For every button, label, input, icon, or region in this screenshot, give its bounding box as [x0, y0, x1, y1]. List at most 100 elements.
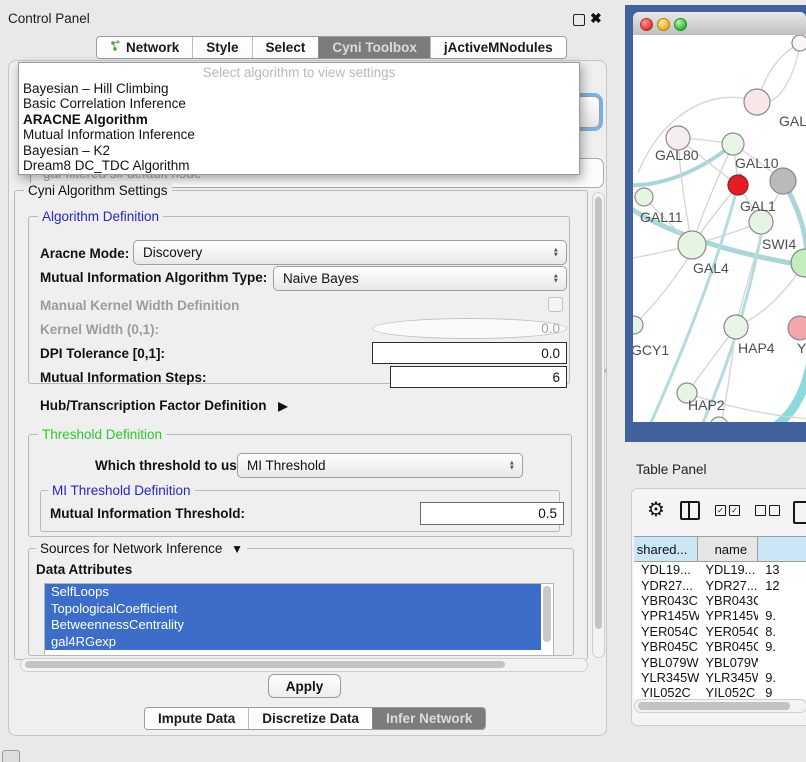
- table-row[interactable]: YLR345WYLR345W9.: [634, 670, 806, 685]
- tab-impute-data[interactable]: Impute Data: [145, 708, 248, 729]
- table-toolbar: ⚙ ✓✓: [632, 489, 806, 531]
- table-cell: YER054C: [699, 624, 759, 639]
- network-node[interactable]: [724, 315, 748, 339]
- network-node[interactable]: [788, 316, 806, 340]
- sources-legend[interactable]: Sources for Network Inference ▼: [36, 541, 247, 556]
- node-label: GAL11: [640, 209, 683, 225]
- aracne-mode-label: Aracne Mode:: [40, 246, 129, 261]
- algorithm-definition-legend: Algorithm Definition: [38, 209, 163, 224]
- table-horizontal-scrollbar[interactable]: [634, 699, 806, 713]
- table-cell: YBR043C: [634, 593, 699, 608]
- combo-arrows-icon: ▲▼: [553, 247, 559, 258]
- expand-right-icon: ▶: [278, 399, 287, 413]
- table-row[interactable]: YBL079WYBL079W: [634, 654, 806, 669]
- close-icon[interactable]: ✖: [590, 10, 602, 27]
- apply-button[interactable]: Apply: [268, 674, 341, 698]
- network-node[interactable]: [770, 168, 796, 194]
- table-row[interactable]: YIL052CYIL052C9: [634, 685, 806, 699]
- screen: Control Panel ✖ Network Style Select Cyn…: [0, 0, 806, 762]
- checked-boxes-icon[interactable]: ✓✓: [715, 505, 740, 516]
- float-icon[interactable]: [573, 14, 585, 26]
- attribute-item[interactable]: TopologicalCoefficient: [45, 601, 541, 618]
- attribute-item[interactable]: gal4RGexp: [45, 634, 541, 651]
- settings-horizontal-scrollbar[interactable]: [20, 658, 588, 672]
- network-node[interactable]: [791, 249, 806, 277]
- zoom-traffic-light-icon[interactable]: [674, 18, 687, 31]
- dpi-tolerance-label: DPI Tolerance [0,1]:: [40, 346, 165, 361]
- algorithm-option[interactable]: Dream8 DC_TDC Algorithm: [19, 158, 579, 173]
- collapse-down-icon: ▼: [231, 542, 243, 556]
- aracne-mode-combobox[interactable]: Discovery ▲▼: [133, 240, 567, 265]
- columns-icon[interactable]: [680, 501, 700, 520]
- algorithm-list: Bayesian – Hill ClimbingBasic Correlatio…: [19, 81, 579, 173]
- network-node[interactable]: [678, 231, 706, 259]
- table-row[interactable]: YBR043CYBR043C: [634, 593, 806, 608]
- table-row[interactable]: YDL19...YDL19...13: [634, 562, 806, 577]
- network-edge[interactable]: [736, 235, 761, 327]
- table-cell: YBL079W: [634, 655, 699, 670]
- control-panel-title: Control Panel: [8, 11, 90, 26]
- algorithm-option[interactable]: Basic Correlation Inference: [19, 96, 579, 111]
- mi-threshold-field[interactable]: 0.5: [420, 502, 564, 525]
- table-cell: 9.: [758, 670, 806, 685]
- tab-cyni-toolbox[interactable]: Cyni Toolbox: [318, 37, 430, 58]
- network-edge[interactable]: [634, 257, 689, 325]
- algorithm-option[interactable]: ARACNE Algorithm: [19, 112, 579, 127]
- mi-type-combobox[interactable]: Naive Bayes ▲▼: [273, 266, 567, 291]
- network-node[interactable]: [728, 175, 748, 195]
- column-header-shared-name[interactable]: shared...: [634, 537, 698, 561]
- table-cell: YDR27...: [699, 578, 759, 593]
- network-canvas[interactable]: GALGAL80GAL10GAL1GAL11SWI4GAL4GCY1HAP4YH…: [633, 35, 806, 422]
- table-row[interactable]: YPR145WYPR145W9.: [634, 608, 806, 623]
- algorithm-option[interactable]: Bayesian – Hill Climbing: [19, 81, 579, 96]
- gear-icon[interactable]: ⚙: [647, 500, 665, 520]
- column-header-name[interactable]: name: [698, 537, 758, 561]
- network-node[interactable]: [792, 35, 806, 51]
- network-node[interactable]: [635, 188, 653, 206]
- attributes-scrollbar[interactable]: [543, 586, 551, 642]
- table-row[interactable]: YBR045CYBR045C9.: [634, 639, 806, 654]
- node-label: GAL4: [693, 260, 729, 276]
- mi-steps-field[interactable]: 6: [390, 366, 567, 388]
- table-row[interactable]: YDR27...YDR27...12: [634, 577, 806, 592]
- hub-definition-toggle[interactable]: Hub/Transcription Factor Definition ▶: [40, 398, 288, 413]
- manual-kernel-checkbox[interactable]: [548, 297, 563, 312]
- network-node[interactable]: [710, 417, 728, 422]
- dpi-tolerance-field[interactable]: 0.0: [372, 342, 567, 364]
- column-header-partial[interactable]: [758, 537, 806, 561]
- unchecked-boxes-icon[interactable]: [755, 505, 780, 516]
- tab-select[interactable]: Select: [252, 37, 319, 58]
- splitter-collapse-icon[interactable]: ‹: [604, 366, 610, 374]
- tab-jactivemnodules[interactable]: jActiveMNodules: [430, 37, 566, 58]
- mi-threshold-legend: MI Threshold Definition: [48, 483, 195, 498]
- algorithm-option[interactable]: Bayesian – K2: [19, 143, 579, 158]
- attribute-item[interactable]: SelfLoops: [45, 584, 541, 601]
- dock-icon[interactable]: [2, 750, 20, 762]
- cyni-mode-tabs: Impute Data Discretize Data Infer Networ…: [144, 707, 486, 730]
- minimize-traffic-light-icon[interactable]: [657, 18, 670, 31]
- attribute-item[interactable]: BetweennessCentrality: [45, 617, 541, 634]
- node-label: SWI4: [762, 236, 796, 252]
- manual-kernel-label: Manual Kernel Width Definition: [40, 298, 239, 313]
- network-window-titlebar[interactable]: [633, 12, 806, 36]
- settings-vertical-scrollbar[interactable]: [592, 192, 605, 658]
- kernel-width-field[interactable]: 0.0: [372, 318, 567, 339]
- kernel-width-label: Kernel Width (0,1):: [40, 322, 159, 337]
- table-cell: 13: [758, 562, 806, 577]
- tab-infer-network[interactable]: Infer Network: [372, 708, 485, 729]
- table-cell: 12: [758, 578, 806, 593]
- network-node[interactable]: [744, 89, 770, 115]
- node-label: HAP4: [738, 340, 775, 356]
- which-threshold-combobox[interactable]: MI Threshold ▲▼: [237, 453, 523, 478]
- tab-style[interactable]: Style: [192, 37, 251, 58]
- tab-discretize-data[interactable]: Discretize Data: [248, 708, 372, 729]
- network-node[interactable]: [722, 133, 744, 155]
- tab-network[interactable]: Network: [97, 37, 192, 58]
- control-panel: Control Panel ✖ Network Style Select Cyn…: [0, 0, 613, 736]
- algorithm-option[interactable]: Mutual Information Inference: [19, 127, 579, 142]
- close-traffic-light-icon[interactable]: [640, 18, 653, 31]
- table-row[interactable]: YER054CYER054C8.: [634, 624, 806, 639]
- network-node[interactable]: [633, 316, 643, 334]
- document-icon[interactable]: [793, 501, 806, 524]
- data-attributes-list[interactable]: SelfLoopsTopologicalCoefficientBetweenne…: [44, 583, 554, 656]
